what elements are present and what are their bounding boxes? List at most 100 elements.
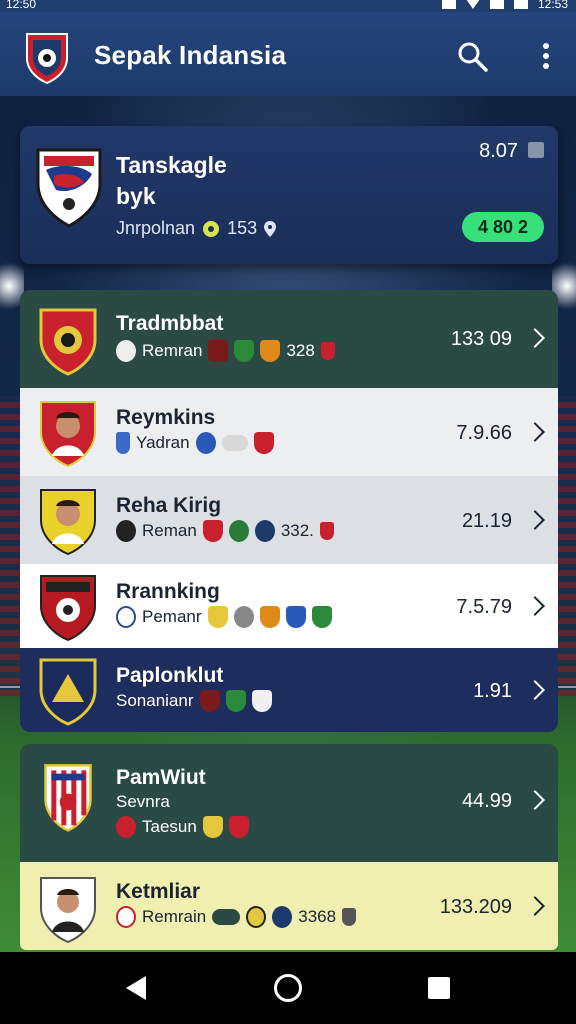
chevron-right-icon[interactable] (525, 790, 545, 810)
status-icons: 12:53 (441, 0, 568, 11)
more-options-icon[interactable] (536, 40, 556, 74)
club-badge-icon (199, 690, 220, 712)
search-icon[interactable] (456, 40, 490, 74)
team-crest-icon (40, 575, 96, 642)
club-badge-icon (254, 520, 275, 542)
club-badge-icon (234, 340, 255, 362)
chevron-right-icon[interactable] (525, 422, 545, 442)
club-badge-icon (212, 909, 241, 925)
ranking-row[interactable]: Reymkins Yadran 7.9.66 (20, 388, 558, 476)
featured-meta: Jnrpolnan 153 (116, 218, 277, 239)
club-badge-icon (116, 432, 130, 454)
club-badge-icon (320, 342, 335, 360)
team-sub: Reman 332. (116, 520, 334, 542)
cell-icon (489, 0, 504, 9)
team-secondary-name: Sevnra (116, 792, 170, 811)
team-value: 133 09 (450, 328, 512, 350)
status-bar: 12:50 12:53 (0, 0, 576, 12)
team-name: Reha Kirig (116, 494, 222, 517)
crowd-right (556, 396, 576, 696)
club-badge-icon (225, 690, 246, 712)
club-badge-icon (116, 906, 136, 928)
featured-crest-icon (36, 148, 102, 228)
club-badge-icon (202, 816, 223, 838)
club-badge-icon (116, 606, 136, 628)
ranking-row[interactable]: Reha Kirig Reman 332. 21.19 (20, 476, 558, 564)
ranking-row[interactable]: Tradmbbat Remran 328 133 09 (20, 290, 558, 388)
team-sub-text: Remrain (142, 907, 207, 926)
ranking-row[interactable]: PamWiut Sevnra Taesun 44.99 (20, 744, 558, 862)
team-sub: Pemanr (116, 606, 332, 628)
club-badge-icon (285, 606, 306, 628)
status-time: 12:50 (6, 0, 37, 11)
ranking-row[interactable]: Ketmliar Remrain 3368 133.209 (20, 862, 558, 950)
status-clock: 12:53 (537, 0, 568, 11)
team-name: PamWiut (116, 766, 206, 789)
team-crest-icon (39, 658, 97, 726)
club-badge-icon (221, 435, 248, 451)
club-badge-icon (228, 520, 249, 542)
team-name: Reymkins (116, 406, 216, 429)
team-sub-text: Taesun (142, 817, 197, 836)
team-value: 21.19 (461, 510, 512, 532)
featured-score: 8.07 (479, 140, 518, 162)
team-sub-text: Sonanianr (116, 691, 194, 710)
team-name: Ketmliar (116, 880, 201, 903)
app-logo-icon[interactable] (24, 30, 70, 84)
team-sub-text: Remran (142, 341, 203, 360)
player-avatar-icon (40, 877, 96, 944)
location-pin-icon (264, 220, 277, 237)
club-badge-icon (208, 340, 229, 362)
team-crest-icon (44, 764, 92, 832)
back-icon[interactable] (126, 976, 146, 1000)
club-badge-icon (116, 520, 136, 542)
signal-icon (441, 0, 456, 9)
featured-title-line2: byk (116, 183, 156, 209)
club-badge-icon (233, 606, 254, 628)
crowd-left (0, 396, 20, 696)
team-name: Tradmbbat (116, 312, 224, 335)
team-extra: 3368 (298, 907, 337, 926)
ranking-row[interactable]: Paplonklut Sonanianr 1.91 (20, 648, 558, 732)
app-bar: Sepak Indansia (0, 12, 576, 96)
player-avatar-icon (40, 401, 96, 468)
wifi-icon (465, 0, 480, 9)
club-badge-icon (253, 432, 274, 454)
battery-icon (513, 0, 528, 9)
club-badge-icon (260, 340, 281, 362)
chevron-right-icon[interactable] (525, 680, 545, 700)
team-value: 7.5.79 (456, 596, 512, 618)
team-value: 44.99 (461, 790, 512, 812)
club-badge-icon (319, 522, 334, 540)
club-badge-icon (207, 606, 228, 628)
club-badge-icon (195, 432, 216, 454)
featured-status-pill[interactable]: 4 80 2 (462, 212, 544, 242)
team-value: 7.9.66 (456, 422, 512, 444)
player-avatar-icon (40, 489, 96, 556)
chevron-right-icon[interactable] (525, 328, 545, 348)
team-name: Paplonklut (116, 664, 224, 687)
home-icon[interactable] (274, 974, 302, 1002)
expand-icon[interactable] (528, 142, 544, 158)
featured-title-line1: Tanskagle (116, 152, 227, 178)
club-badge-icon (311, 606, 332, 628)
featured-meta-text: Jnrpolnan (116, 218, 196, 238)
chevron-right-icon[interactable] (525, 510, 545, 530)
team-sub: Yadran (116, 432, 274, 454)
chevron-right-icon[interactable] (525, 596, 545, 616)
recent-apps-icon[interactable] (428, 977, 450, 999)
team-sub: Remran 328 (116, 340, 335, 362)
team-extra: 328 (286, 341, 315, 360)
featured-team-card[interactable]: Tanskagle byk Jnrpolnan 153 8.07 4 80 2 (20, 126, 558, 264)
featured-meta-count: 153 (227, 218, 258, 238)
club-badge-icon (342, 908, 357, 926)
club-badge-icon (228, 816, 249, 838)
team-sub: Sonanianr (116, 690, 272, 712)
chevron-right-icon[interactable] (525, 896, 545, 916)
app-title: Sepak Indansia (94, 40, 287, 70)
club-badge-icon (246, 906, 267, 928)
club-badge-icon (259, 606, 280, 628)
ranking-row[interactable]: Rrannking Pemanr 7.5.79 (20, 564, 558, 648)
ball-icon (203, 220, 220, 237)
team-crest-icon (39, 308, 97, 376)
